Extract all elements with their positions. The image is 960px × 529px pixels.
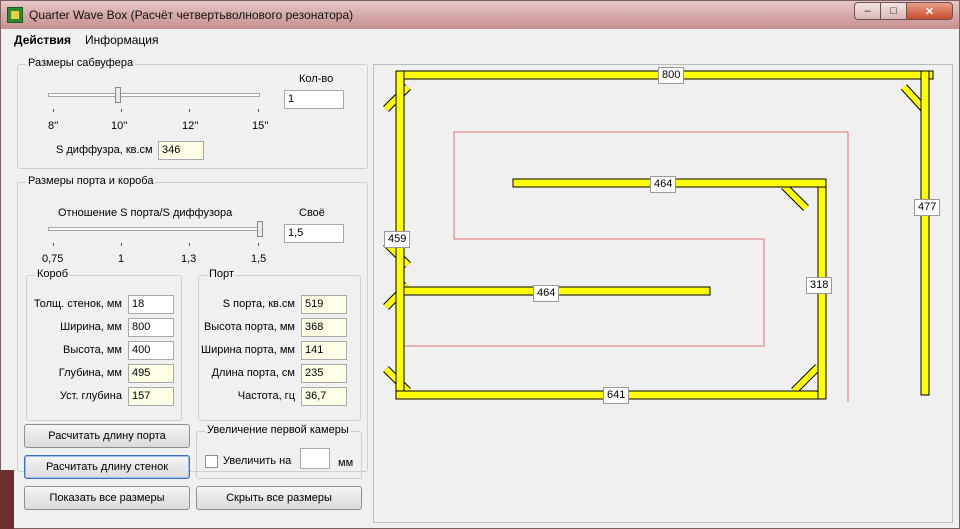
slider-tick	[189, 243, 190, 246]
show-all-dimensions-button[interactable]: Показать все размеры	[24, 486, 190, 510]
increase-amount-input[interactable]	[300, 448, 330, 469]
maximize-button[interactable]: □	[881, 2, 907, 20]
slider-tick	[258, 243, 259, 246]
port-box-group-legend: Размеры порта и короба	[26, 175, 156, 187]
brace-mid-right	[781, 183, 809, 211]
dimension-label-top: 800	[658, 67, 685, 84]
port-group: Порт S порта, кв.см 519 Высота порта, мм…	[198, 268, 361, 421]
ratio-slider-thumb[interactable]	[257, 221, 263, 237]
window-title: Quarter Wave Box (Расчёт четвертьволново…	[29, 8, 354, 22]
depth-label: Глубина, мм	[58, 367, 122, 379]
hide-all-dimensions-button[interactable]: Скрыть все размеры	[196, 486, 362, 510]
minimize-button[interactable]: –	[854, 2, 881, 20]
port-area-value: 519	[301, 295, 347, 314]
dimension-label-inner-right: 318	[806, 277, 833, 294]
subwoofer-size-slider-thumb[interactable]	[114, 87, 121, 103]
mount-depth-label: Уст. глубина	[59, 390, 122, 402]
port-length-value: 235	[301, 364, 347, 383]
tick-label-8: 8''	[48, 120, 59, 132]
custom-ratio-input[interactable]: 1,5	[284, 224, 344, 243]
window-controls: – □ ✕	[854, 2, 953, 21]
main-content: Размеры сабвуфера 8'' 10'' 12'' 15'' Кол…	[9, 53, 953, 523]
tick-label-075: 0,75	[42, 253, 64, 265]
depth-value: 495	[128, 364, 174, 383]
frequency-label: Частота, гц	[237, 390, 295, 402]
wall-thickness-input[interactable]: 18	[128, 295, 174, 314]
increase-checkbox-label: Увеличить на	[223, 455, 292, 467]
wall-right	[920, 70, 930, 396]
mount-depth-value: 157	[128, 387, 174, 406]
app-icon	[7, 7, 23, 23]
ratio-label: Отношение S порта/S диффузора	[58, 207, 233, 219]
port-height-value: 368	[301, 318, 347, 337]
ratio-slider-track[interactable]	[48, 227, 260, 231]
subwoofer-group-legend: Размеры сабвуфера	[26, 57, 136, 69]
frequency-value: 36,7	[301, 387, 347, 406]
tick-label-1: 1	[118, 253, 125, 265]
width-input[interactable]: 800	[128, 318, 174, 337]
slider-tick	[189, 109, 190, 112]
count-label: Кол-во	[299, 73, 334, 85]
tick-label-15: 15''	[252, 120, 269, 132]
subwoofer-group: Размеры сабвуфера 8'' 10'' 12'' 15'' Кол…	[17, 57, 368, 169]
tick-label-12: 12''	[182, 120, 199, 132]
dimension-label-upper-baffle: 464	[650, 176, 677, 193]
custom-ratio-label: Своё	[299, 207, 325, 219]
box-group-legend: Короб	[35, 268, 71, 280]
increase-checkbox[interactable]	[205, 455, 218, 468]
dimension-label-left: 459	[384, 231, 411, 248]
menu-bar: Действия Информация	[1, 29, 959, 50]
slider-tick	[53, 109, 54, 112]
box-drawing-canvas: 800 464 477 459 318 464 641	[373, 64, 953, 523]
slider-tick	[258, 109, 259, 112]
menu-actions[interactable]: Действия	[14, 33, 71, 47]
port-height-label: Высота порта, мм	[203, 321, 295, 333]
height-input[interactable]: 400	[128, 341, 174, 360]
subwoofer-size-slider-track[interactable]	[48, 93, 260, 97]
slider-tick	[121, 109, 122, 112]
tick-label-15: 1,5	[251, 253, 267, 265]
dimension-label-bottom: 641	[603, 387, 630, 404]
slider-tick	[53, 243, 54, 246]
air-path	[404, 131, 849, 402]
width-label: Ширина, мм	[60, 321, 122, 333]
first-chamber-group: Увеличение первой камеры Увеличить на мм	[196, 424, 362, 479]
dimension-label-lower-baffle: 464	[533, 285, 560, 302]
port-area-label: S порта, кв.см	[222, 298, 295, 310]
brace-bottom-right	[791, 364, 821, 394]
tick-label-13: 1,3	[181, 253, 197, 265]
box-drawing-svg	[383, 70, 934, 402]
height-label: Высота, мм	[62, 344, 122, 356]
box-walls	[383, 70, 934, 400]
count-input[interactable]: 1	[284, 90, 344, 109]
port-width-value: 141	[301, 341, 347, 360]
s-diffuser-value: 346	[158, 141, 204, 160]
title-bar[interactable]: Quarter Wave Box (Расчёт четвертьволново…	[1, 1, 959, 29]
calc-wall-length-button[interactable]: Расчитать длину стенок	[24, 455, 190, 479]
port-length-label: Длина порта, см	[211, 367, 295, 379]
dimension-label-right: 477	[914, 199, 941, 216]
port-width-label: Ширина порта, мм	[201, 344, 295, 356]
increase-unit-label: мм	[338, 457, 354, 469]
close-button[interactable]: ✕	[907, 2, 953, 20]
slider-tick	[121, 243, 122, 246]
port-group-legend: Порт	[207, 268, 236, 280]
tick-label-10: 10''	[111, 120, 128, 132]
wall-thickness-label: Толщ. стенок, мм	[33, 298, 122, 310]
air-path-line	[404, 131, 849, 402]
box-group: Короб Толщ. стенок, мм 18 Ширина, мм 800…	[26, 268, 182, 421]
desktop-background-edge	[0, 470, 14, 529]
calc-port-length-button[interactable]: Расчитать длину порта	[24, 424, 190, 448]
menu-info[interactable]: Информация	[85, 33, 158, 47]
first-chamber-legend: Увеличение первой камеры	[205, 424, 351, 436]
app-window: Quarter Wave Box (Расчёт четвертьволново…	[0, 0, 960, 529]
s-diffuser-label: S диффузра, кв.см	[56, 144, 153, 156]
